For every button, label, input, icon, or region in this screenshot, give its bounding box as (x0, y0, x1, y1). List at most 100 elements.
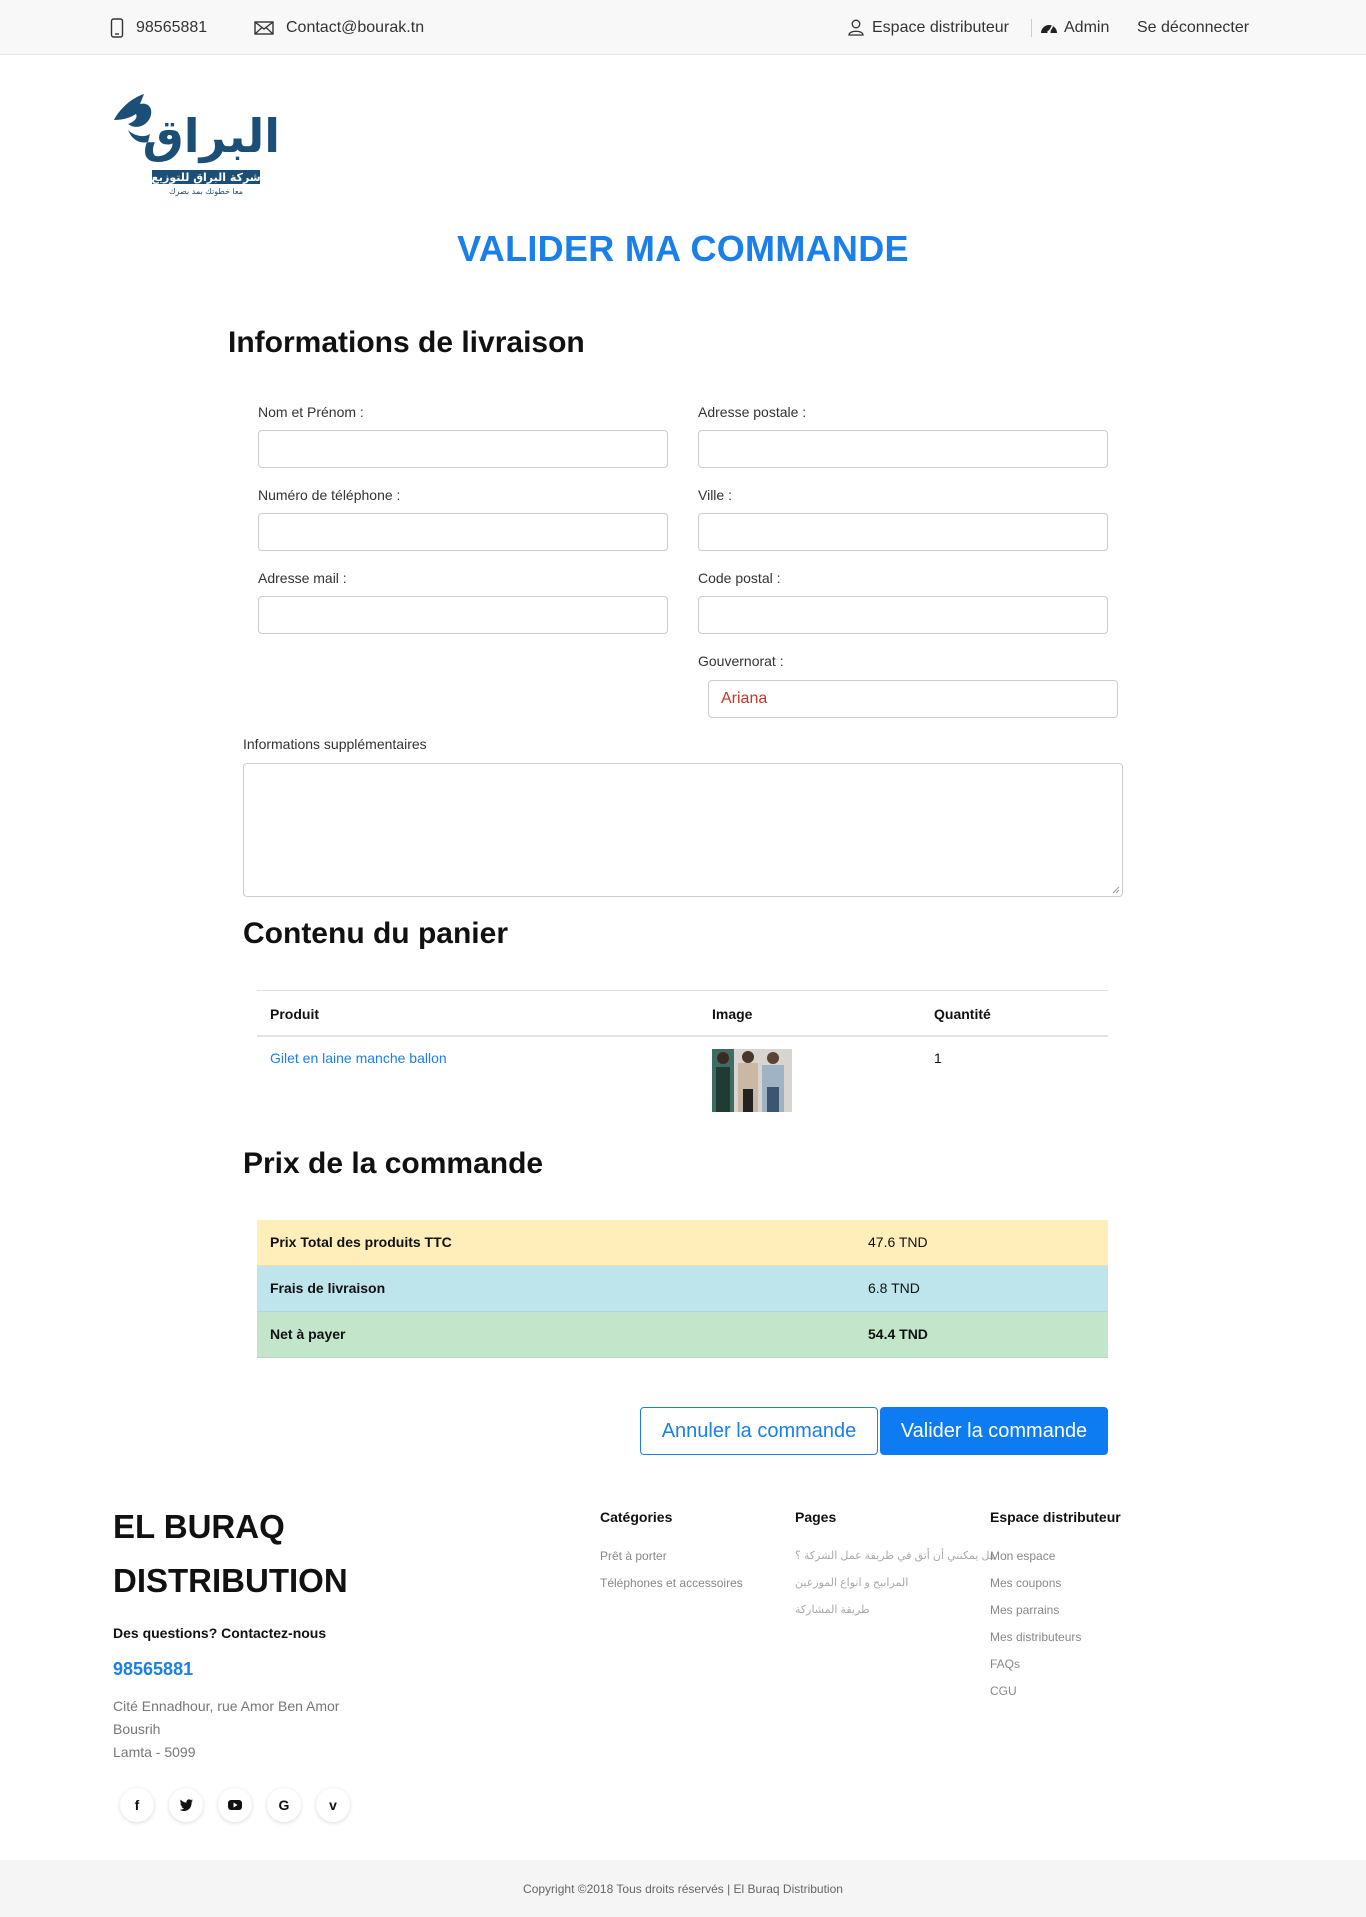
total-value: 54.4 TND (868, 1326, 928, 1342)
delivery-info-heading: Informations de livraison (228, 326, 585, 359)
phone-input[interactable] (258, 513, 668, 551)
footer-page-link[interactable]: هل يمكنني أن أتق في طريقة عمل الشركة ؟ (795, 1549, 996, 1576)
mobile-phone-icon (110, 17, 124, 38)
cart-quantity: 1 (934, 1050, 942, 1066)
svg-text:البراق: البراق (143, 109, 280, 163)
topbar-email[interactable]: Contact@bourak.tn (254, 0, 424, 55)
subtotal-label: Prix Total des produits TTC (270, 1234, 452, 1250)
governorate-select[interactable]: Ariana (708, 680, 1118, 718)
copyright-text: Copyright ©2018 Tous droits réservés | E… (523, 1881, 843, 1896)
price-row-shipping: Frais de livraison 6.8 TND (257, 1266, 1108, 1312)
vimeo-icon[interactable]: v (316, 1788, 350, 1822)
table-row: Gilet en laine manche ballon 1 (257, 1037, 1108, 1119)
envelope-icon (254, 20, 274, 35)
footer-categories-title: Catégories (600, 1509, 673, 1525)
twitter-icon[interactable] (169, 1788, 203, 1822)
svg-text:شركة البراق للتوزيع: شركة البراق للتوزيع (151, 171, 260, 184)
city-label: Ville : (698, 487, 732, 503)
topbar-logout-link[interactable]: Se déconnecter (1137, 0, 1249, 55)
facebook-icon[interactable]: f (120, 1788, 154, 1822)
footer-page-link[interactable]: طريقة المشاركة (795, 1603, 996, 1630)
topbar-email-text: Contact@bourak.tn (286, 18, 425, 36)
governorate-label: Gouvernorat : (698, 653, 784, 669)
price-heading: Prix de la commande (243, 1147, 544, 1180)
governorate-selected-value: Ariana (721, 690, 768, 707)
footer-category-link[interactable]: Téléphones et accessoires (600, 1576, 743, 1603)
cart-col-product: Produit (270, 1006, 319, 1022)
cart-table-header: Produit Image Quantité (257, 990, 1108, 1037)
topbar-admin-label: Admin (1064, 18, 1110, 36)
shipping-value: 6.8 TND (868, 1280, 920, 1296)
cancel-order-button[interactable]: Annuler la commande (640, 1407, 878, 1455)
address-line-2: Bousrih (113, 1721, 161, 1737)
extra-info-textarea[interactable] (243, 763, 1123, 897)
footer-phone[interactable]: 98565881 (113, 1659, 193, 1680)
dashboard-icon (1041, 24, 1057, 34)
footer-distributor-space: Espace distributeur Mon espace Mes coupo… (990, 1509, 1121, 1711)
site-logo[interactable]: البراق شركة البراق للتوزيع معا خطوتك بمد… (110, 90, 285, 202)
price-table: Prix Total des produits TTC 47.6 TND Fra… (257, 1220, 1108, 1358)
cart-table: Produit Image Quantité Gilet en laine ma… (257, 990, 1108, 1119)
footer-category-link[interactable]: Prêt à porter (600, 1549, 743, 1576)
footer-distributor-link[interactable]: Mes distributeurs (990, 1630, 1121, 1657)
twitter-bird-icon (179, 1799, 193, 1811)
footer-categories: Catégories Prêt à porter Téléphones et a… (600, 1509, 743, 1603)
zip-input[interactable] (698, 596, 1108, 634)
topbar-logout-label: Se déconnecter (1137, 18, 1250, 36)
footer-page-link[interactable]: المرابيح و انواع الموزعين (795, 1576, 996, 1603)
price-row-subtotal: Prix Total des produits TTC 47.6 TND (257, 1220, 1108, 1266)
address-line-1: Cité Ennadhour, rue Amor Ben Amor (113, 1698, 340, 1714)
topbar-admin-link[interactable]: Admin (1040, 0, 1109, 55)
address-input[interactable] (698, 430, 1108, 468)
name-label: Nom et Prénom : (258, 404, 364, 420)
footer-distributor-link[interactable]: FAQs (990, 1657, 1121, 1684)
footer-address: Cité Ennadhour, rue Amor Ben Amor Bousri… (113, 1695, 339, 1764)
topbar-phone-text: 98565881 (136, 18, 208, 36)
buraq-logo-icon: البراق شركة البراق للتوزيع معا خطوتك بمد… (114, 94, 280, 196)
user-icon (848, 19, 864, 36)
address-line-3: Lamta - 5099 (113, 1744, 196, 1760)
topbar-distributor-space-label: Espace distributeur (872, 18, 1009, 36)
cart-col-image: Image (712, 1006, 753, 1022)
email-label: Adresse mail : (258, 570, 347, 586)
extra-info-label: Informations supplémentaires (243, 736, 427, 752)
footer-pages-title: Pages (795, 1509, 837, 1525)
youtube-play-icon (228, 1800, 242, 1810)
topbar-phone[interactable]: 98565881 (110, 0, 207, 55)
subtotal-value: 47.6 TND (868, 1234, 928, 1250)
cart-col-quantity: Quantité (934, 1006, 991, 1022)
footer-distributor-link[interactable]: Mes coupons (990, 1576, 1121, 1603)
zip-label: Code postal : (698, 570, 781, 586)
cart-heading: Contenu du panier (243, 917, 508, 950)
product-image-icon (712, 1049, 792, 1112)
phone-label: Numéro de téléphone : (258, 487, 401, 503)
resize-handle-icon[interactable] (1112, 886, 1120, 894)
copyright-bar: Copyright ©2018 Tous droits réservés | E… (0, 1860, 1366, 1917)
footer-brand: EL BURAQ DISTRIBUTION (113, 1500, 348, 1608)
footer-distributor-link[interactable]: Mes parrains (990, 1603, 1121, 1630)
footer-distributor-link[interactable]: CGU (990, 1684, 1121, 1711)
footer-distributor-title: Espace distributeur (990, 1509, 1121, 1525)
name-input[interactable] (258, 430, 668, 468)
footer-brand-line2: DISTRIBUTION (113, 1562, 348, 1599)
topbar-distributor-space-link[interactable]: Espace distributeur (848, 0, 1009, 55)
footer-pages: Pages هل يمكنني أن أتق في طريقة عمل الشر… (795, 1509, 996, 1630)
svg-text:معا خطوتك بمد بصرك: معا خطوتك بمد بصرك (169, 187, 243, 196)
cart-product-link[interactable]: Gilet en laine manche ballon (270, 1050, 447, 1066)
total-label: Net à payer (270, 1326, 346, 1342)
google-icon[interactable]: G (267, 1788, 301, 1822)
footer-questions: Des questions? Contactez-nous (113, 1625, 327, 1641)
email-input[interactable] (258, 596, 668, 634)
topbar-divider (1031, 19, 1032, 37)
city-input[interactable] (698, 513, 1108, 551)
price-row-total: Net à payer 54.4 TND (257, 1312, 1108, 1358)
top-bar: 98565881 Contact@bourak.tn Espace distri… (0, 0, 1366, 55)
page-title: VALIDER MA COMMANDE (457, 228, 909, 269)
validate-order-button[interactable]: Valider la commande (880, 1407, 1108, 1455)
footer-brand-line1: EL BURAQ (113, 1508, 285, 1545)
footer-distributor-link[interactable]: Mon espace (990, 1549, 1121, 1576)
shipping-label: Frais de livraison (270, 1280, 386, 1296)
product-thumbnail[interactable] (712, 1049, 792, 1112)
address-label: Adresse postale : (698, 404, 807, 420)
youtube-icon[interactable] (218, 1788, 252, 1822)
